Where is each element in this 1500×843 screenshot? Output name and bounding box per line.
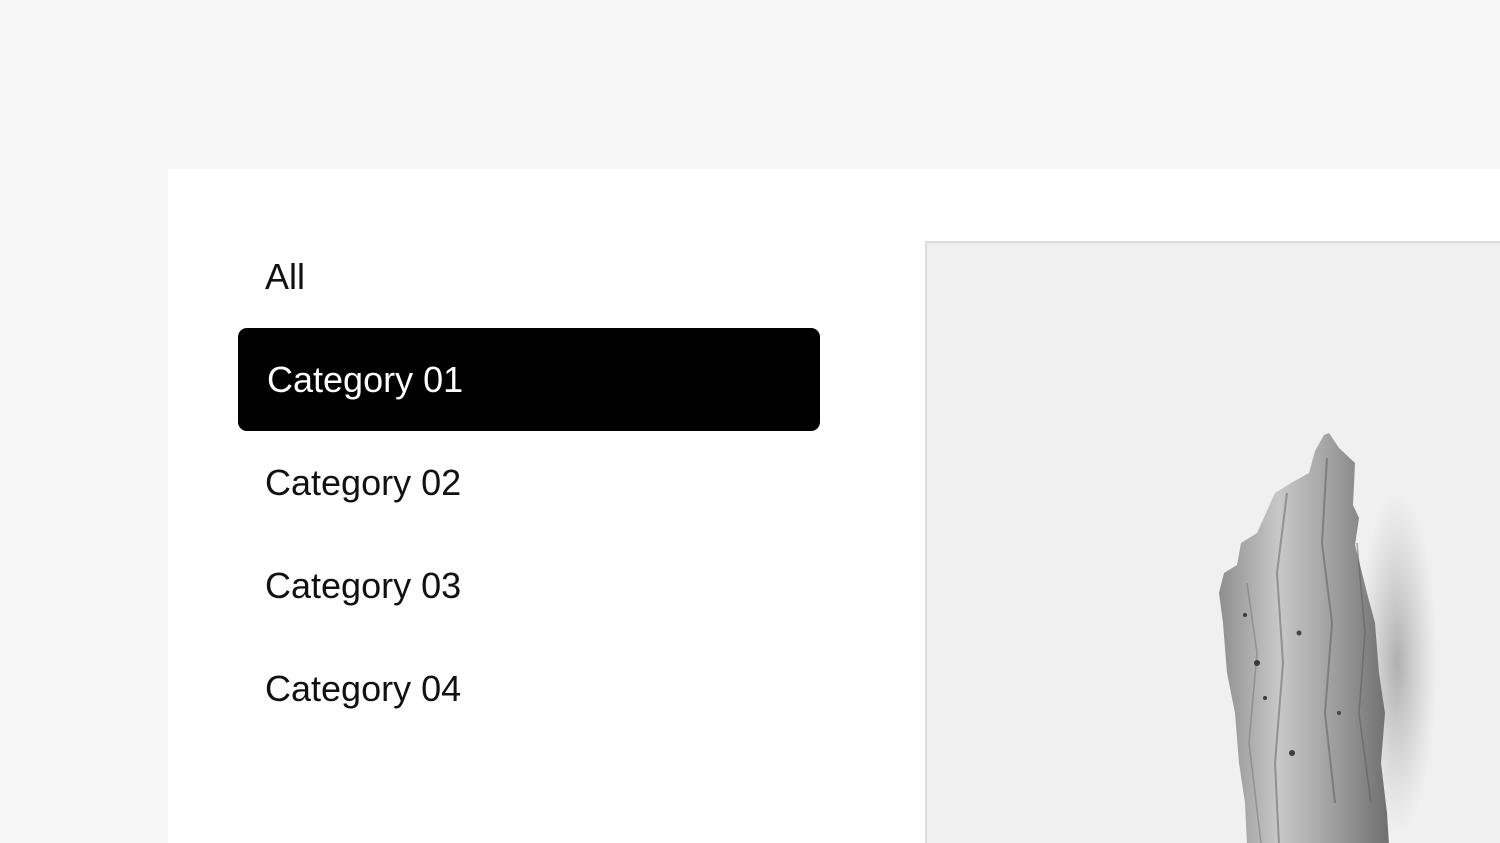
category-item-02[interactable]: Category 02 [238,431,820,534]
category-filter-list: All Category 01 Category 02 Category 03 … [238,225,820,740]
category-item-label: Category 04 [265,667,462,709]
category-item-all[interactable]: All [238,225,820,328]
content-panel: All Category 01 Category 02 Category 03 … [168,169,1500,843]
category-item-04[interactable]: Category 04 [238,637,820,740]
category-item-03[interactable]: Category 03 [238,534,820,637]
category-item-label: Category 01 [267,358,464,400]
category-item-label: Category 02 [265,461,462,503]
preview-image-card[interactable] [925,241,1500,843]
wood-piece [1219,433,1389,843]
category-item-01[interactable]: Category 01 [238,328,820,431]
category-item-label: Category 03 [265,564,462,606]
category-item-label: All [265,255,306,297]
driftwood-image [1219,433,1437,843]
